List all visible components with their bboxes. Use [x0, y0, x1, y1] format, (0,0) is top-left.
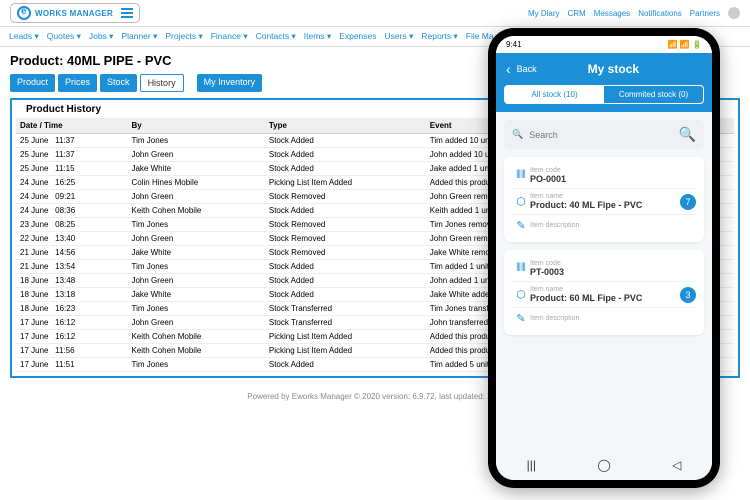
menu-item[interactable]: Quotes ▾ [44, 29, 84, 44]
nav-recents[interactable]: ||| [527, 458, 536, 472]
menu-item[interactable]: Contacts ▾ [253, 29, 299, 44]
search-box[interactable]: 🔍 🔍 [504, 120, 704, 149]
magnify-icon: 🔍 [679, 126, 696, 143]
seg-committed[interactable]: Commited stock (0) [604, 86, 703, 103]
status-bar: 9:41📶 📶 🔋 [496, 36, 712, 53]
logo[interactable]: WORKS MANAGER [10, 3, 140, 23]
tab-my-inventory[interactable]: My Inventory [197, 74, 263, 92]
seg-all-stock[interactable]: All stock (10) [505, 86, 604, 103]
nav-home[interactable]: ◯ [597, 458, 610, 472]
col-header: By [127, 118, 264, 134]
link-crm[interactable]: CRM [568, 9, 586, 18]
box-icon: ⬡ [512, 195, 530, 208]
tab-product[interactable]: Product [10, 74, 55, 92]
avatar[interactable] [728, 7, 740, 19]
menu-item[interactable]: Users ▾ [382, 29, 417, 44]
tab-history[interactable]: History [140, 74, 184, 92]
edit-icon: ✎ [512, 312, 530, 325]
history-title: Product History [22, 104, 105, 115]
back-button[interactable]: ‹ [506, 61, 511, 77]
qty-badge: 3 [680, 287, 696, 303]
qty-badge: 7 [680, 194, 696, 210]
stock-card[interactable]: ⦀⦀Item codePO-0001⬡Item nameProduct: 40 … [504, 157, 704, 242]
menu-item[interactable]: Leads ▾ [6, 29, 42, 44]
menu-item[interactable]: Reports ▾ [418, 29, 460, 44]
barcode-icon: ⦀⦀ [512, 262, 530, 275]
link-partners[interactable]: Partners [690, 9, 720, 18]
menu-item[interactable]: Jobs ▾ [86, 29, 117, 44]
tab-prices[interactable]: Prices [58, 74, 97, 92]
top-links: My Diary CRM Messages Notifications Part… [528, 7, 740, 19]
nav-back[interactable]: ◁ [672, 458, 681, 472]
stock-card[interactable]: ⦀⦀Item codePT-0003⬡Item nameProduct: 60 … [504, 250, 704, 335]
barcode-icon: ⦀⦀ [512, 169, 530, 182]
search-input[interactable] [529, 130, 672, 140]
edit-icon: ✎ [512, 219, 530, 232]
menu-item[interactable]: Items ▾ [301, 29, 334, 44]
phone-navbar: ||| ◯ ◁ [496, 450, 712, 480]
app-title: My stock [525, 62, 702, 76]
menu-item[interactable]: Expenses [336, 29, 379, 44]
menu-item[interactable]: Projects ▾ [162, 29, 205, 44]
link-messages[interactable]: Messages [594, 9, 630, 18]
search-icon: 🔍 [512, 129, 523, 140]
box-icon: ⬡ [512, 288, 530, 301]
col-header: Type [265, 118, 426, 134]
link-notifications[interactable]: Notifications [638, 9, 682, 18]
phone-mockup: 9:41📶 📶 🔋 ‹ Back My stock All stock (10)… [488, 28, 720, 488]
col-header: Date / Time [16, 118, 127, 134]
menu-item[interactable]: Planner ▾ [118, 29, 160, 44]
tab-stock[interactable]: Stock [100, 74, 137, 92]
link-diary[interactable]: My Diary [528, 9, 560, 18]
logo-text: WORKS MANAGER [35, 9, 113, 18]
menu-icon[interactable] [121, 8, 133, 18]
menu-item[interactable]: Finance ▾ [208, 29, 251, 44]
